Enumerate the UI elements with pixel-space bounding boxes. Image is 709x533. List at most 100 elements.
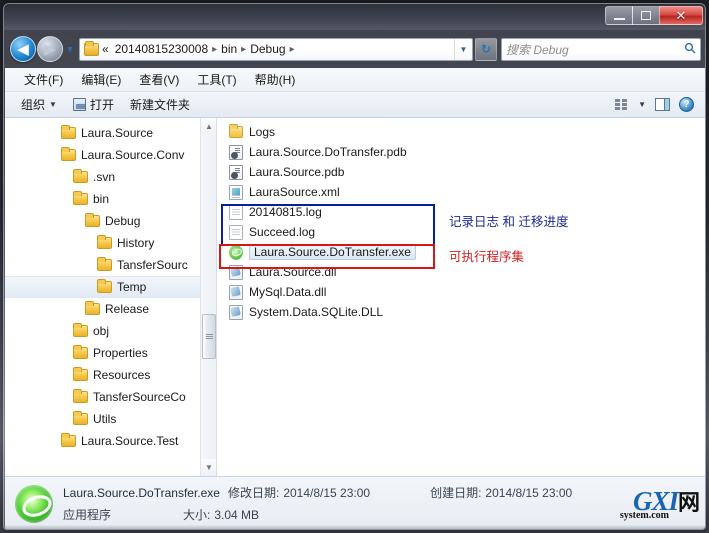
open-label: 打开 [89,98,114,112]
file-name: Succeed.log [249,225,316,239]
refresh-button[interactable]: ↻ [475,37,497,61]
breadcrumb-item-root[interactable]: 20140815230008 [112,42,211,56]
folder-icon [97,257,112,271]
tree-item-release[interactable]: Release [5,298,216,320]
tree-item-properties[interactable]: Properties [5,342,216,364]
status-modified-label: 修改日期: [227,486,280,500]
menu-item-file[interactable]: 文件(F) [15,69,72,90]
search-placeholder: 搜索 Debug [506,42,569,57]
pdb-file-icon [229,144,243,160]
caption-button-group: ✕ [605,6,703,26]
status-line-secondary: 应用程序 大小: 3.04 MB [63,506,572,523]
recent-pages-button[interactable]: ▼ [63,38,77,60]
tree-item-utils[interactable]: Utils [5,408,216,430]
tree-item-svn[interactable]: .svn [5,166,216,188]
chevron-down-icon: ▼ [205,463,213,472]
folder-icon [73,191,88,205]
forward-arrow-icon: ▶ [44,41,56,58]
menu-item-tools[interactable]: 工具(T) [188,69,245,90]
xml-file-icon [229,184,243,200]
file-row[interactable]: Laura.Source.pdb [217,162,705,182]
tree-item-obj[interactable]: obj [5,320,216,342]
status-created-label: 创建日期: [430,486,482,500]
tree-item-history[interactable]: History [5,232,216,254]
open-button[interactable]: 打开 [65,94,122,115]
folder-icon [229,124,243,138]
tree-item-tansfersourceco[interactable]: TansferSourceCo [5,386,216,408]
back-button[interactable]: ◀ [10,36,36,62]
chevron-down-icon: ▼ [459,44,468,54]
breadcrumb-separator-icon: ▸ [212,43,218,55]
folder-icon [84,40,99,56]
new-folder-label: 新建文件夹 [129,98,190,112]
breadcrumb-item-debug[interactable]: Debug [247,42,288,56]
dll-file-icon [229,284,243,300]
maximize-button[interactable] [632,6,660,25]
folder-tree: Laura.Source Laura.Source.Conv .svn bin … [5,118,216,452]
menu-item-help[interactable]: 帮助(H) [246,69,305,90]
tree-item-laura-source-conv[interactable]: Laura.Source.Conv [5,144,216,166]
tree-item-label: History [117,236,155,250]
title-bar: ✕ [4,4,705,30]
tree-item-label: obj [93,324,110,338]
content-area: Laura.Source Laura.Source.Conv .svn bin … [5,118,705,476]
folder-icon [85,213,100,227]
breadcrumb-overflow[interactable]: « [99,42,112,56]
folder-icon [97,279,112,293]
status-created-value: 2014/8/15 23:00 [485,485,573,500]
address-dropdown-button[interactable]: ▼ [454,38,472,60]
file-row[interactable]: Laura.Source.DoTransfer.pdb [217,142,705,162]
scroll-up-button[interactable]: ▲ [201,118,216,135]
tree-item-resources[interactable]: Resources [5,364,216,386]
tree-item-label: Laura.Source.Test [81,434,179,448]
minimize-button[interactable] [605,6,633,25]
breadcrumb-item-bin[interactable]: bin [218,42,240,56]
organize-label: 组织 [21,98,46,112]
file-name: 20140815.log [249,205,322,219]
folder-icon [73,389,88,403]
breadcrumb-separator-icon: ▸ [241,43,247,55]
log-file-icon [229,204,243,220]
file-list: Logs Laura.Source.DoTransfer.pdb Laura.S… [217,118,705,476]
file-name: MySql.Data.dll [249,285,327,299]
file-row[interactable]: MySql.Data.dll [217,282,705,302]
file-row[interactable]: LauraSource.xml [217,182,705,202]
help-icon[interactable]: ? [679,97,694,112]
preview-pane-icon[interactable] [655,98,670,111]
address-bar[interactable]: « 20140815230008 ▸ bin ▸ Debug ▸ ▼ [79,37,473,61]
organize-button[interactable]: 组织 ▼ [13,94,65,115]
tree-item-tansfersourc[interactable]: TansferSourc [5,254,216,276]
tree-item-laura-source[interactable]: Laura.Source [5,122,216,144]
back-arrow-icon: ◀ [17,41,29,58]
status-file-type: 应用程序 [63,508,112,522]
status-bar: Laura.Source.DoTransfer.exe 修改日期: 2014/8… [5,476,705,529]
file-row[interactable]: System.Data.SQLite.DLL [217,302,705,322]
status-file-name: Laura.Source.DoTransfer.exe [63,485,220,500]
tree-item-temp[interactable]: Temp [5,276,216,298]
chevron-down-icon[interactable]: ▼ [638,100,646,109]
tree-item-laura-source-test[interactable]: Laura.Source.Test [5,430,216,452]
tree-item-debug[interactable]: Debug [5,210,216,232]
scroll-down-button[interactable]: ▼ [201,459,216,476]
scrollbar-thumb[interactable] [202,314,216,359]
tree-item-label: bin [93,192,110,206]
tree-item-label: Temp [117,280,147,294]
menu-item-edit[interactable]: 编辑(E) [72,69,130,90]
change-view-icon[interactable] [615,98,629,111]
folder-icon [61,433,76,447]
dll-file-icon [229,304,243,320]
dll-file-icon [229,264,243,280]
forward-button[interactable]: ▶ [37,36,63,62]
navigation-pane-scrollbar[interactable]: ▲ ▼ [200,118,216,476]
file-row[interactable]: Laura.Source.dll [217,262,705,282]
tree-item-label: Utils [93,412,117,426]
tree-item-label: TansferSourc [117,258,188,272]
close-button[interactable]: ✕ [659,6,703,25]
menu-item-view[interactable]: 查看(V) [130,69,188,90]
file-row[interactable]: Logs [217,122,705,142]
tree-item-bin[interactable]: bin [5,188,216,210]
new-folder-button[interactable]: 新建文件夹 [122,94,198,115]
tree-item-label: Laura.Source.Conv [81,148,185,162]
annotation-label-executable: 可执行程序集 [449,250,525,264]
search-input[interactable]: 搜索 Debug [501,37,701,61]
